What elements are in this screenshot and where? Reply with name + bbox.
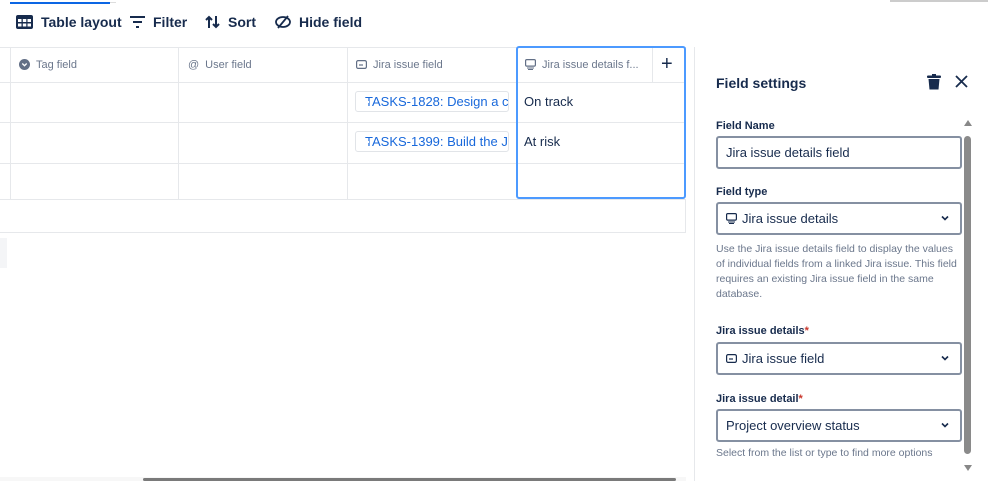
filter-icon xyxy=(130,16,145,28)
filter-button[interactable]: Filter xyxy=(130,12,187,32)
field-name-value: Jira issue details field xyxy=(726,145,850,160)
close-icon[interactable] xyxy=(955,75,968,88)
field-name-input[interactable]: Jira issue details field xyxy=(716,136,962,169)
filter-label: Filter xyxy=(153,14,188,30)
tab-divider xyxy=(110,2,116,3)
table-layout-label: Table layout xyxy=(41,14,122,30)
jira-issue-link[interactable]: TASKS-1399: Build the J... xyxy=(365,134,508,149)
table-layout-button[interactable]: Table layout xyxy=(16,12,122,32)
column-header-jira-issue-field[interactable]: Jira issue field xyxy=(356,47,443,82)
chevron-down-icon xyxy=(941,355,949,361)
hide-field-button[interactable]: Hide field xyxy=(275,12,362,32)
selected-column-highlight xyxy=(516,46,686,199)
grid-line xyxy=(0,232,686,233)
column-header-tag-field[interactable]: Tag field xyxy=(19,47,77,82)
grid-line xyxy=(10,47,11,199)
jira-issue-chip[interactable]: TASKS-1399: Build the J... xyxy=(355,131,509,152)
chevron-down-icon xyxy=(941,215,949,221)
jira-issue-icon xyxy=(356,60,367,69)
tag-chevron-icon xyxy=(19,59,30,70)
required-mark: * xyxy=(804,325,809,337)
jira-issue-detail-select[interactable]: Project overview status xyxy=(716,409,962,442)
jira-details-icon xyxy=(726,213,737,224)
required-mark: * xyxy=(798,393,803,405)
issue-detail-help: Select from the list or type to find mor… xyxy=(716,447,933,459)
eye-hidden-icon xyxy=(275,15,291,29)
issue-detail-value: Project overview status xyxy=(726,418,860,433)
grid-line xyxy=(0,199,686,200)
top-right-control xyxy=(890,0,988,2)
jira-issue-link[interactable]: TASKS-1828: Design a c... xyxy=(365,94,508,109)
at-icon: @ xyxy=(188,58,200,71)
jira-issue-details-select[interactable]: Jira issue field xyxy=(716,342,962,375)
issue-details-label: Jira issue details* xyxy=(716,325,809,337)
trash-icon[interactable] xyxy=(927,74,941,90)
active-tab-indicator xyxy=(10,2,110,4)
issue-details-value: Jira issue field xyxy=(742,351,825,366)
column-label: Tag field xyxy=(36,58,77,71)
grid-line xyxy=(178,47,179,199)
scroll-up-arrow[interactable] xyxy=(964,120,972,126)
column-label: Jira issue field xyxy=(373,58,443,71)
grid-line xyxy=(685,199,686,232)
horizontal-scrollbar[interactable] xyxy=(0,477,686,481)
field-type-description: Use the Jira issue details field to disp… xyxy=(716,243,957,300)
scroll-down-arrow[interactable] xyxy=(964,465,972,471)
scrollbar-thumb[interactable] xyxy=(964,136,971,454)
column-label: User field xyxy=(205,58,252,71)
jira-issue-chip[interactable]: TASKS-1828: Design a c... xyxy=(355,91,509,112)
chevron-down-icon xyxy=(941,422,949,428)
row-handle[interactable] xyxy=(0,238,7,268)
field-type-select[interactable]: Jira issue details xyxy=(716,202,962,235)
field-name-label: Field Name xyxy=(716,120,775,132)
panel-title: Field settings xyxy=(716,75,807,91)
hide-field-label: Hide field xyxy=(299,14,363,30)
column-header-user-field[interactable]: @ User field xyxy=(188,47,252,82)
sort-icon xyxy=(205,15,220,29)
field-type-label: Field type xyxy=(716,186,768,198)
grid-line xyxy=(347,47,348,199)
field-type-value: Jira issue details xyxy=(742,211,839,226)
issue-detail-label: Jira issue detail* xyxy=(716,393,803,405)
sort-button[interactable]: Sort xyxy=(205,12,256,32)
jira-issue-icon xyxy=(726,354,737,363)
table-icon xyxy=(16,15,33,29)
sort-label: Sort xyxy=(228,14,256,30)
panel-scrollbar[interactable] xyxy=(962,118,974,476)
